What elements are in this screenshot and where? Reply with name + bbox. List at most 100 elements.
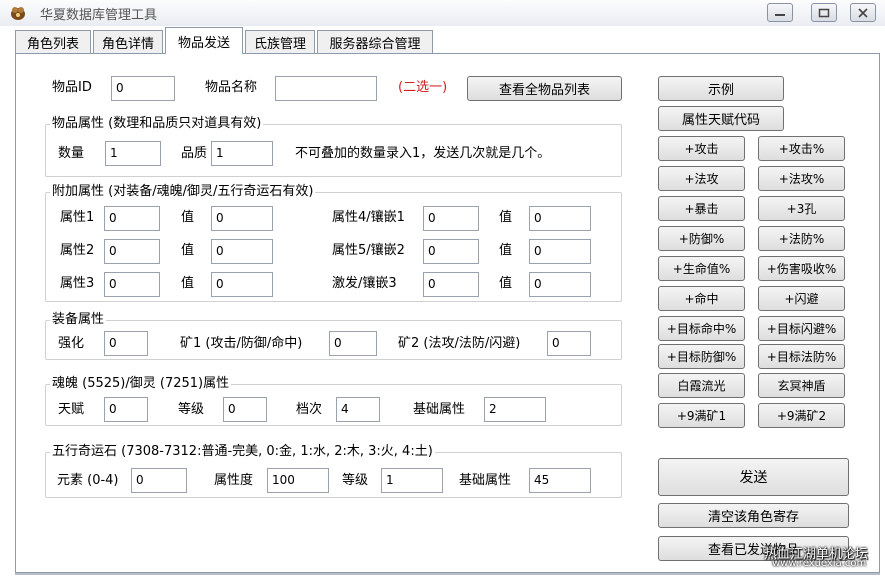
attr2-label: 属性2 [60, 243, 95, 258]
element-input[interactable]: 0 [131, 468, 187, 493]
degree-input[interactable]: 100 [267, 468, 329, 493]
mine2-input[interactable]: 0 [547, 331, 591, 356]
soul-level-input[interactable]: 0 [223, 397, 267, 422]
attr4-value-label: 值 [499, 210, 513, 225]
full-mine2-button[interactable]: +9满矿2 [758, 403, 845, 428]
grade-label: 档次 [296, 402, 323, 417]
tab-item-send[interactable]: 物品发送 [165, 27, 243, 54]
three-holes-button[interactable]: +3孔 [758, 196, 845, 221]
attr1-value-label: 值 [181, 210, 195, 225]
app-icon [11, 7, 25, 20]
attr2-input[interactable]: 0 [104, 239, 160, 264]
quantity-note: 不可叠加的数量录入1，发送几次就是几个。 [295, 146, 551, 161]
full-mine1-button[interactable]: +9满矿1 [658, 403, 745, 428]
item-id-input[interactable]: 0 [111, 76, 175, 101]
target-defense-pct-button[interactable]: +目标防御% [658, 344, 745, 369]
attr4-value-input[interactable]: 0 [529, 206, 591, 231]
item-name-input[interactable] [275, 76, 377, 101]
window-bottom-border [15, 573, 880, 575]
mine2-label: 矿2 (法攻/法防/闪避) [398, 336, 521, 351]
close-icon [858, 7, 868, 18]
element-label: 元素 (0-4) [57, 473, 119, 488]
activate-input[interactable]: 0 [423, 272, 479, 297]
enhance-input[interactable]: 0 [104, 331, 148, 356]
tab-role-detail[interactable]: 角色详情 [93, 30, 163, 53]
magic-defense-pct-button[interactable]: +法防% [758, 226, 845, 251]
crit-button[interactable]: +暴击 [658, 196, 745, 221]
title-bar: 华夏数据库管理工具 [0, 0, 885, 26]
minimize-button[interactable] [767, 3, 793, 22]
hit-button[interactable]: +命中 [658, 286, 745, 311]
view-all-items-button[interactable]: 查看全物品列表 [467, 76, 622, 101]
mine1-input[interactable]: 0 [329, 331, 377, 356]
quality-label: 品质 [181, 146, 208, 161]
tab-clan-manage[interactable]: 氏族管理 [245, 30, 315, 53]
attr2-value-label: 值 [181, 243, 195, 258]
tab-role-list[interactable]: 角色列表 [15, 30, 91, 53]
attack-button[interactable]: +攻击 [658, 136, 745, 161]
stone-base-input[interactable]: 45 [529, 468, 591, 493]
soul-base-label: 基础属性 [413, 402, 466, 417]
defense-pct-button[interactable]: +防御% [658, 226, 745, 251]
stone-base-label: 基础属性 [459, 473, 512, 488]
attr2-value-input[interactable]: 0 [211, 239, 273, 264]
quantity-input[interactable]: 1 [105, 141, 161, 166]
attr5-input[interactable]: 0 [423, 239, 479, 264]
talent-code-button[interactable]: 属性天赋代码 [658, 106, 784, 131]
magic-attack-button[interactable]: +法攻 [658, 166, 745, 191]
hp-pct-button[interactable]: +生命值% [658, 256, 745, 281]
attr5-value-input[interactable]: 0 [529, 239, 591, 264]
attr3-input[interactable]: 0 [104, 272, 160, 297]
item-name-label: 物品名称 [205, 80, 258, 95]
maximize-button[interactable] [811, 3, 837, 22]
choose-one-hint: (二选一) [398, 80, 448, 95]
magic-attack-pct-button[interactable]: +法攻% [758, 166, 845, 191]
dark-shield-button[interactable]: 玄冥神盾 [758, 373, 845, 398]
stone-level-input[interactable]: 1 [381, 468, 443, 493]
attr5-value-label: 值 [499, 243, 513, 258]
close-button[interactable] [850, 3, 876, 22]
soul-base-input[interactable]: 2 [484, 397, 546, 422]
equip-attr-legend: 装备属性 [50, 312, 107, 328]
talent-label: 天赋 [58, 402, 85, 417]
degree-label: 属性度 [214, 473, 254, 488]
attr3-value-label: 值 [181, 276, 195, 291]
example-button[interactable]: 示例 [658, 76, 784, 101]
minimize-icon [775, 13, 785, 16]
talent-input[interactable]: 0 [104, 397, 148, 422]
maximize-icon [818, 8, 830, 17]
mine1-label: 矿1 (攻击/防御/命中) [180, 336, 303, 351]
activate-label: 激发/镶嵌3 [332, 276, 397, 291]
window-title: 华夏数据库管理工具 [40, 8, 158, 23]
attr1-label: 属性1 [60, 210, 95, 225]
enhance-label: 强化 [58, 336, 85, 351]
activate-value-input[interactable]: 0 [529, 272, 591, 297]
stone-attr-legend: 五行奇运石 (7308-7312:普通-完美, 0:金, 1:水, 2:木, 3… [50, 444, 435, 460]
soul-attr-legend: 魂魄 (5525)/御灵 (7251)属性 [50, 376, 232, 392]
quantity-label: 数量 [58, 146, 85, 161]
watermark-url: www.rexuexia.com [772, 558, 867, 569]
attr4-input[interactable]: 0 [423, 206, 479, 231]
item-attr-legend: 物品属性 (数理和品质只对道具有效) [50, 116, 264, 132]
quality-input[interactable]: 1 [211, 141, 273, 166]
target-magic-defense-pct-button[interactable]: +目标法防% [758, 344, 845, 369]
grade-input[interactable]: 4 [336, 397, 380, 422]
tab-server-manage[interactable]: 服务器综合管理 [317, 30, 433, 53]
attr1-input[interactable]: 0 [104, 206, 160, 231]
item-id-label: 物品ID [52, 80, 92, 95]
white-glow-button[interactable]: 白霞流光 [658, 373, 745, 398]
send-button[interactable]: 发送 [658, 458, 849, 496]
target-hit-pct-button[interactable]: +目标命中% [658, 316, 745, 341]
target-dodge-pct-button[interactable]: +目标闪避% [758, 316, 845, 341]
damage-absorb-pct-button[interactable]: +伤害吸收% [758, 256, 845, 281]
attr4-label: 属性4/镶嵌1 [332, 210, 405, 225]
attr1-value-input[interactable]: 0 [211, 206, 273, 231]
stone-level-label: 等级 [342, 473, 369, 488]
dodge-button[interactable]: +闪避 [758, 286, 845, 311]
soul-level-label: 等级 [178, 402, 205, 417]
attr3-value-input[interactable]: 0 [211, 272, 273, 297]
attack-pct-button[interactable]: +攻击% [758, 136, 845, 161]
extra-attr-legend: 附加属性 (对装备/魂魄/御灵/五行奇运石有效) [50, 184, 316, 200]
clear-storage-button[interactable]: 清空该角色寄存 [658, 503, 849, 528]
attr5-label: 属性5/镶嵌2 [332, 243, 405, 258]
